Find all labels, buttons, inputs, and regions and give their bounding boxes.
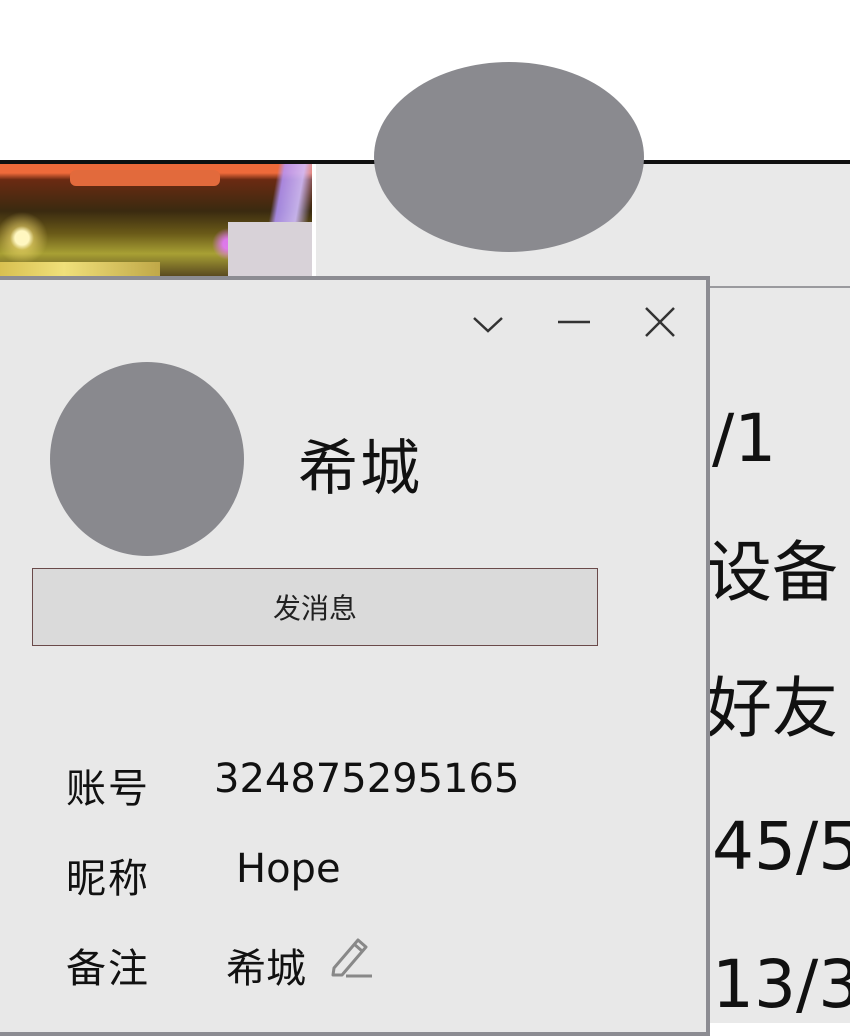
background-text-1: /1 <box>712 400 777 477</box>
display-name: 希城 <box>298 434 422 504</box>
background-photo <box>0 164 312 276</box>
chevron-down-icon[interactable] <box>468 304 508 344</box>
profile-window: 希城 发消息 账号 324875295165 昵称 Hope 备注 希城 <box>0 276 710 1036</box>
nickname-label: 昵称 <box>66 856 150 902</box>
minimize-icon[interactable] <box>554 304 594 344</box>
background-avatar <box>374 62 644 252</box>
photo-light-bar <box>0 262 160 276</box>
photo-orange-frame <box>70 170 220 186</box>
background-text-5: 13/3 <box>712 946 850 1023</box>
close-icon[interactable] <box>640 304 680 344</box>
background-text-4: 45/5 <box>712 808 850 885</box>
nickname-value: Hope <box>236 846 341 892</box>
account-label: 账号 <box>66 766 150 812</box>
avatar[interactable] <box>50 362 244 556</box>
remark-label: 备注 <box>66 946 150 992</box>
background-text-3: 好友 <box>706 670 838 747</box>
photo-gear <box>228 222 312 276</box>
remark-value: 希城 <box>226 946 306 992</box>
background-divider <box>710 286 850 288</box>
send-message-button[interactable]: 发消息 <box>32 568 598 646</box>
background-text-2: 设备 <box>706 534 838 611</box>
account-value: 324875295165 <box>214 756 520 802</box>
pencil-icon[interactable] <box>328 932 376 980</box>
